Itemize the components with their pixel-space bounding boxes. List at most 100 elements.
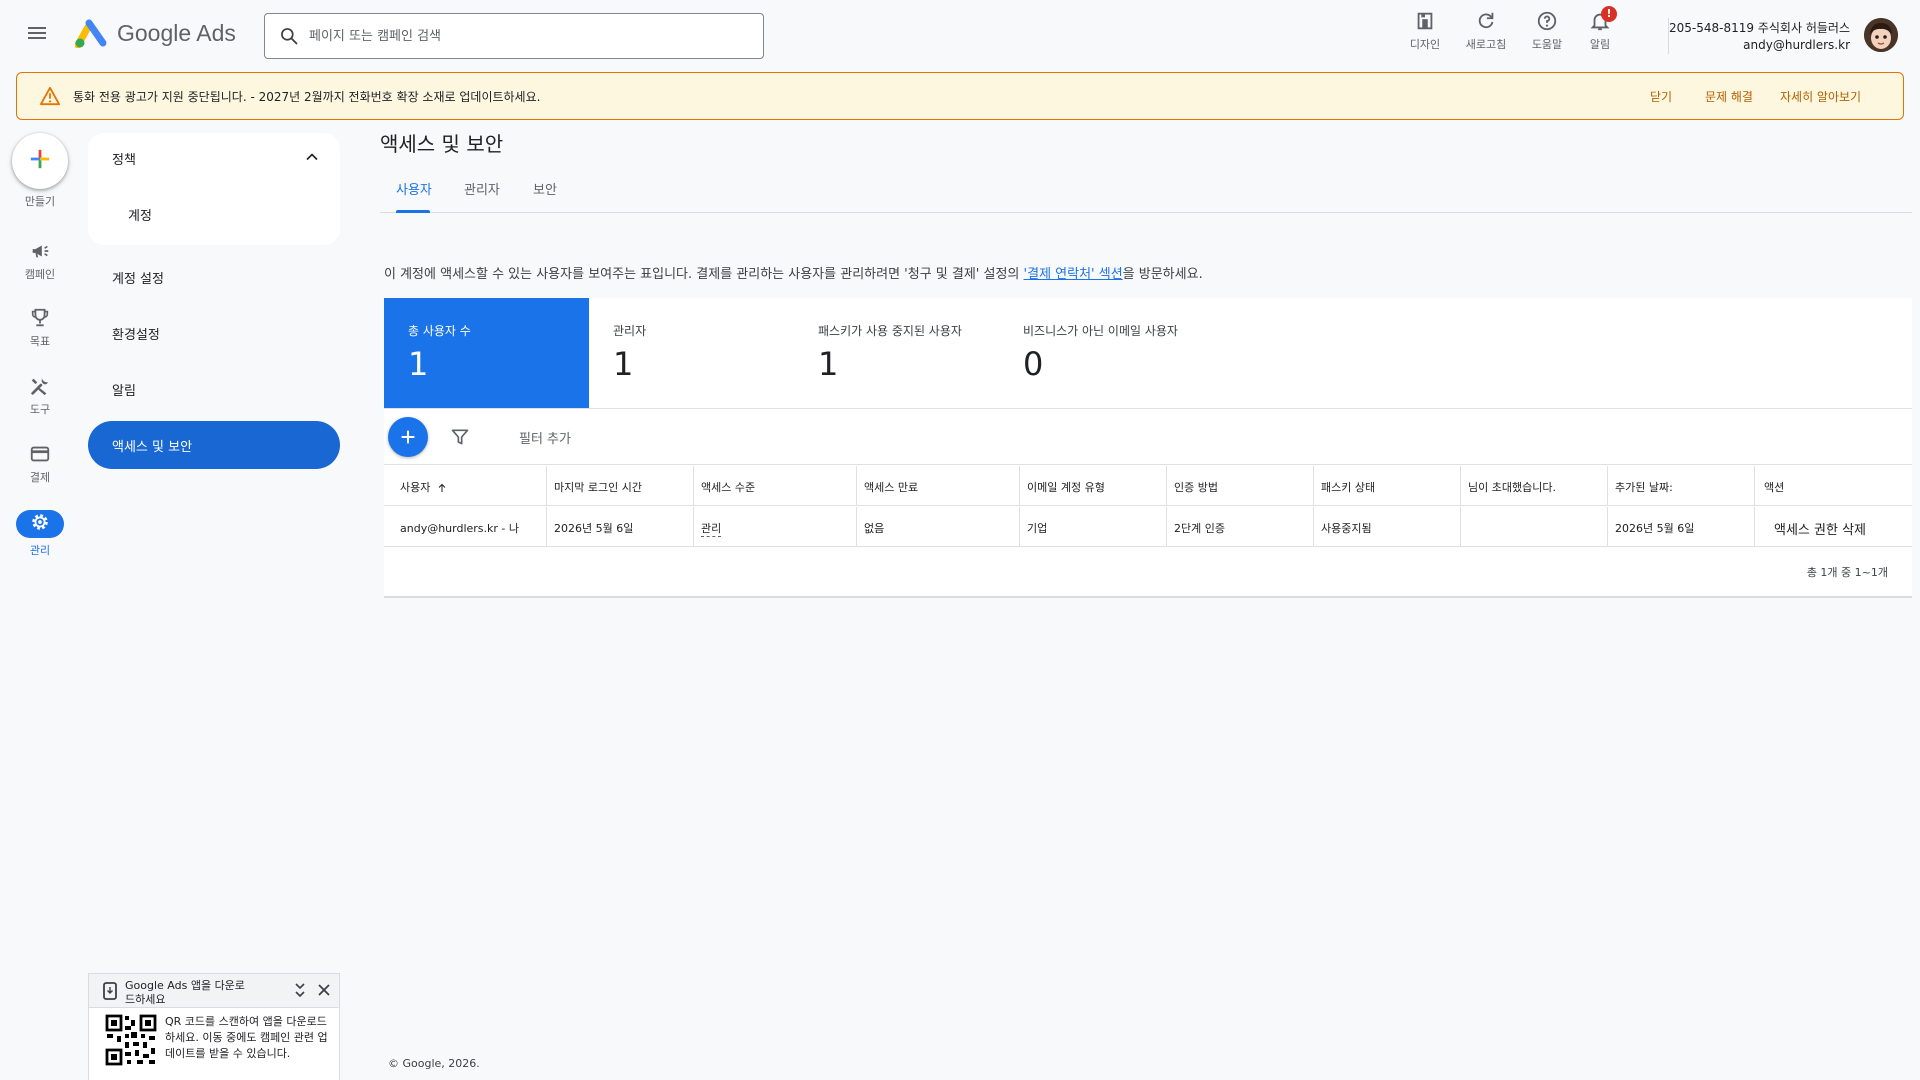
nav-group-policy[interactable]: 정책 — [112, 149, 136, 168]
help-button[interactable]: 도움말 — [1520, 10, 1574, 52]
column-divider — [1313, 507, 1314, 547]
plus-icon — [30, 149, 50, 169]
column-divider — [1166, 507, 1167, 547]
column-divider — [1460, 507, 1461, 547]
credit-card-icon — [30, 446, 50, 462]
rail-admin-label: 관리 — [29, 544, 51, 557]
banner-troubleshoot-button[interactable]: 문제 해결 — [1705, 88, 1753, 105]
tab-security[interactable]: 보안 — [533, 179, 557, 198]
search-input[interactable] — [309, 28, 729, 44]
nav-item-access-security-label: 액세스 및 보안 — [112, 439, 193, 455]
collapse-icon[interactable] — [293, 982, 307, 998]
nav-item-account-settings[interactable]: 계정 설정 — [112, 268, 164, 287]
search-icon — [281, 28, 298, 45]
menu-icon[interactable] — [28, 24, 52, 48]
column-header-date-added[interactable]: 추가된 날짜: — [1615, 479, 1673, 495]
refresh-button[interactable]: 새로고침 — [1459, 10, 1513, 52]
column-header-email-type[interactable]: 이메일 계정 유형 — [1027, 479, 1105, 495]
column-divider — [546, 466, 547, 506]
filter-icon[interactable] — [450, 427, 470, 447]
rail-goals[interactable]: 목표 — [10, 307, 70, 349]
design-label: 디자인 — [1409, 38, 1441, 51]
column-header-actions: 액션 — [1764, 481, 1785, 494]
nav-item-preferences[interactable]: 환경설정 — [112, 324, 160, 343]
trophy-icon — [31, 308, 49, 327]
design-button[interactable]: 디자인 — [1398, 10, 1452, 52]
app-name: Google Ads — [117, 19, 236, 46]
column-header-passkey-status[interactable]: 패스키 상태 — [1321, 479, 1375, 495]
phone-icon — [103, 982, 117, 1000]
column-header-invited-by[interactable]: 님이 초대했습니다. — [1468, 479, 1556, 495]
column-divider — [856, 507, 857, 547]
notifications-label: 알림 — [1589, 38, 1611, 51]
sort-ascending-icon[interactable] — [436, 482, 448, 494]
megaphone-icon — [32, 245, 49, 258]
add-user-button[interactable] — [388, 417, 428, 457]
create-button[interactable] — [12, 133, 68, 189]
cell-auth-method: 2단계 인증 — [1174, 522, 1225, 535]
column-divider — [546, 507, 547, 547]
notifications-button[interactable]: ! 알림 — [1573, 6, 1627, 52]
rail-campaigns[interactable]: 캠페인 — [10, 240, 70, 282]
plus-icon — [401, 430, 415, 444]
column-header-access-level[interactable]: 액세스 수준 — [701, 479, 755, 495]
google-ads-logo[interactable]: Google Ads — [75, 18, 236, 48]
refresh-label: 새로고침 — [1465, 38, 1507, 51]
description-text-end: 을 방문하세요. — [1122, 267, 1203, 282]
top-app-bar: Google Ads 디자인 새로고침 도움말 — [0, 0, 1920, 70]
tab-active-indicator — [396, 210, 430, 213]
chevron-up-icon[interactable] — [302, 147, 322, 167]
search-box[interactable] — [264, 13, 764, 59]
stat-admins[interactable]: 관리자 1 — [589, 298, 794, 408]
google-ads-logo-icon — [75, 19, 107, 48]
rail-billing[interactable]: 결제 — [10, 443, 70, 485]
rail-admin[interactable]: 관리 — [10, 510, 70, 558]
deprecation-banner: 통화 전용 광고가 지원 중단됩니다. - 2027년 2월까지 전화번호 확장… — [16, 72, 1904, 120]
app-download-title: Google Ads 앱을 다운로드하세요 — [125, 979, 245, 1006]
cell-access-expiry: 없음 — [864, 522, 885, 535]
add-filter-button[interactable]: 필터 추가 — [519, 428, 571, 447]
column-header-last-login[interactable]: 마지막 로그인 시간 — [554, 479, 642, 495]
rail-campaigns-label: 캠페인 — [24, 268, 56, 281]
banner-dismiss-button[interactable]: 닫기 — [1650, 88, 1672, 105]
rail-admin-pill — [16, 510, 64, 538]
rail-create-label: 만들기 — [24, 195, 56, 208]
banner-learn-more-button[interactable]: 자세히 알아보기 — [1780, 88, 1861, 105]
stat-value: 1 — [818, 345, 839, 383]
tab-users[interactable]: 사용자 — [396, 179, 432, 198]
cell-access-level[interactable]: 관리 — [701, 520, 722, 537]
rail-create[interactable]: 만들기 — [10, 133, 70, 209]
column-header-auth-method[interactable]: 인증 방법 — [1174, 479, 1218, 495]
warning-icon — [40, 86, 60, 106]
stat-non-business-email[interactable]: 비즈니스가 아닌 이메일 사용자 0 — [999, 298, 1229, 408]
stat-label: 패스키가 사용 중지된 사용자 — [818, 324, 962, 338]
column-divider — [1754, 466, 1755, 506]
gear-icon — [32, 514, 48, 530]
avatar[interactable] — [1864, 18, 1898, 52]
tab-admins[interactable]: 관리자 — [464, 179, 500, 198]
notification-badge: ! — [1601, 6, 1617, 22]
banner-message: 통화 전용 광고가 지원 중단됩니다. - 2027년 2월까지 전화번호 확장… — [73, 89, 541, 104]
qr-code-icon — [105, 1014, 157, 1066]
account-name: 205-548-8119 주식회사 허들러스 — [1669, 21, 1850, 35]
column-divider — [693, 466, 694, 506]
remove-access-button[interactable]: 액세스 권한 삭제 — [1774, 519, 1866, 538]
page-description: 이 계정에 액세스할 수 있는 사용자를 보여주는 표입니다. 결제를 관리하는… — [384, 263, 1203, 282]
nav-item-access-security[interactable]: 액세스 및 보안 — [88, 421, 340, 469]
rail-tools[interactable]: 도구 — [10, 375, 70, 417]
rail-goals-label: 목표 — [29, 335, 51, 348]
column-divider — [693, 507, 694, 547]
column-header-user[interactable]: 사용자 — [400, 479, 448, 495]
cell-last-login: 2026년 5월 6일 — [554, 522, 634, 535]
nav-item-account[interactable]: 계정 — [128, 205, 152, 224]
stat-total-users[interactable]: 총 사용자 수 1 — [384, 298, 589, 408]
column-header-access-expiry[interactable]: 액세스 만료 — [864, 479, 918, 495]
account-info[interactable]: 205-548-8119 주식회사 허들러스 andy@hurdlers.kr — [1669, 20, 1850, 54]
stat-passkey-disabled[interactable]: 패스키가 사용 중지된 사용자 1 — [794, 298, 1014, 408]
billing-contacts-link[interactable]: '결제 연락처' 섹션 — [1024, 267, 1123, 282]
column-header-label: 사용자 — [400, 481, 431, 494]
close-icon[interactable] — [317, 983, 331, 997]
stat-label: 관리자 — [613, 324, 647, 338]
nav-item-notifications[interactable]: 알림 — [112, 380, 136, 399]
column-divider — [1460, 466, 1461, 506]
